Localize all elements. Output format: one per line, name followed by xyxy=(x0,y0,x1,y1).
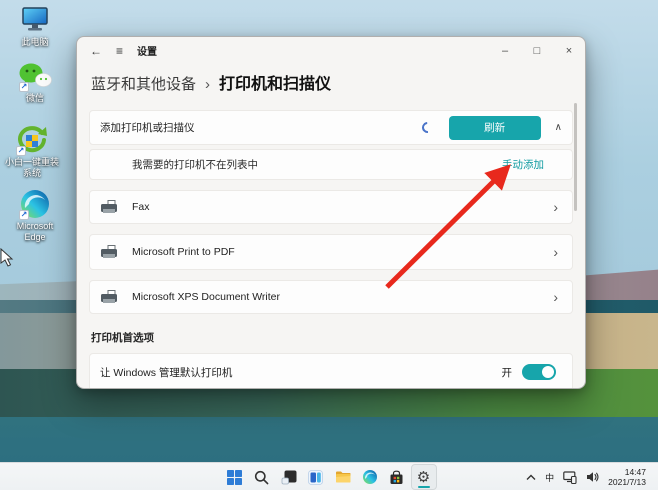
volume-icon[interactable] xyxy=(586,471,599,483)
app-title: 设置 xyxy=(137,47,158,58)
refresh-button[interactable]: 刷新 xyxy=(448,115,541,140)
printer-not-listed-label: 我需要的打印机不在列表中 xyxy=(132,159,258,171)
printer-name: Fax xyxy=(132,201,150,213)
printer-row-pdf[interactable]: Microsoft Print to PDF › xyxy=(89,234,573,270)
chevron-up-icon xyxy=(526,474,536,480)
desktop-icon-reinstall-tool[interactable]: ↗ 小白一键重装系统 xyxy=(2,124,62,179)
desktop-icon-edge[interactable]: ↗ Microsoft Edge xyxy=(5,188,65,243)
hidden-icons-button[interactable] xyxy=(526,474,536,481)
breadcrumb-separator-icon: › xyxy=(205,76,211,93)
system-tray: 中 14:47 2021/7/13 xyxy=(517,463,646,490)
printer-icon xyxy=(100,244,120,260)
network-icon[interactable] xyxy=(563,470,577,484)
file-explorer-button[interactable] xyxy=(330,464,356,490)
close-button[interactable]: × xyxy=(553,37,585,64)
settings-window: ← ≡ 设置 – □ × 蓝牙和其他设备 › 打印机和扫描仪 添加打印机或扫描仪… xyxy=(76,36,586,389)
manual-add-link[interactable]: 手动添加 xyxy=(502,157,544,172)
start-button[interactable] xyxy=(222,464,248,490)
chevron-right-icon: › xyxy=(553,289,558,305)
file-explorer-icon xyxy=(335,471,350,483)
back-icon[interactable]: ← xyxy=(90,44,102,58)
minimize-button[interactable]: – xyxy=(489,37,521,64)
active-app-indicator xyxy=(417,485,430,488)
gear-icon: ⚙ xyxy=(416,468,431,486)
settings-taskbar-button[interactable]: ⚙ xyxy=(410,464,437,490)
edge-icon: ↗ xyxy=(18,188,52,220)
printer-name: Microsoft Print to PDF xyxy=(132,246,235,258)
ime-indicator[interactable]: 中 xyxy=(545,471,554,484)
default-printer-label: 让 Windows 管理默认打印机 xyxy=(100,366,233,379)
clock[interactable]: 14:47 2021/7/13 xyxy=(608,467,646,487)
shortcut-arrow-icon: ↗ xyxy=(19,82,29,92)
printer-row-xps[interactable]: Microsoft XPS Document Writer › xyxy=(89,280,573,314)
taskbar: ⚙ 中 14:47 2021/7/13 xyxy=(0,462,658,490)
titlebar: ← ≡ 设置 – □ × xyxy=(77,37,585,64)
printer-preferences-title: 打印机首选项 xyxy=(91,332,154,344)
this-pc-icon xyxy=(18,4,52,36)
page-title: 打印机和扫描仪 xyxy=(219,76,332,93)
menu-icon[interactable]: ≡ xyxy=(116,44,123,58)
chevron-right-icon: › xyxy=(553,244,558,260)
toggle-state-label: 开 xyxy=(501,366,513,379)
desktop-icon-this-pc[interactable]: 此电脑 xyxy=(5,4,65,48)
desktop-icon-label: 小白一键重装系统 xyxy=(4,157,59,178)
default-printer-row: 让 Windows 管理默认打印机 开 xyxy=(89,353,573,388)
desktop-icon-label: Microsoft Edge xyxy=(16,221,54,242)
printer-icon xyxy=(100,289,120,305)
toggle-knob xyxy=(542,366,554,378)
task-view-button[interactable] xyxy=(276,464,302,490)
start-icon xyxy=(227,469,242,485)
breadcrumb-parent[interactable]: 蓝牙和其他设备 xyxy=(91,73,196,94)
clock-time: 14:47 xyxy=(624,467,646,477)
shortcut-arrow-icon: ↗ xyxy=(16,146,26,156)
printer-icon xyxy=(100,199,120,215)
chevron-up-icon[interactable]: ∧ xyxy=(555,122,562,133)
wechat-icon: ↗ xyxy=(18,60,52,92)
task-view-icon xyxy=(281,470,296,485)
breadcrumb: 蓝牙和其他设备 › 打印机和扫描仪 xyxy=(77,64,585,102)
widgets-button[interactable] xyxy=(303,464,329,490)
printer-name: Microsoft XPS Document Writer xyxy=(132,291,281,303)
add-printer-label: 添加打印机或扫描仪 xyxy=(100,122,195,134)
maximize-button[interactable]: □ xyxy=(521,37,553,64)
edge-taskbar-icon xyxy=(362,470,377,484)
loading-spinner-icon xyxy=(419,119,435,136)
reinstall-tool-icon: ↗ xyxy=(15,124,49,156)
search-button[interactable] xyxy=(249,464,275,490)
printer-row-fax[interactable]: Fax › xyxy=(89,190,573,224)
add-printer-row[interactable]: 添加打印机或扫描仪 刷新 ∧ xyxy=(89,110,573,145)
store-button[interactable] xyxy=(384,464,410,490)
desktop: 此电脑 ↗ 微信 ↗ 小白一键重装系统 ↗ Microsoft Edge ← ≡… xyxy=(0,0,658,490)
clock-date: 2021/7/13 xyxy=(608,477,646,487)
wallpaper-water xyxy=(0,417,658,462)
settings-content: 添加打印机或扫描仪 刷新 ∧ 我需要的打印机不在列表中 手动添加 Fax › M… xyxy=(77,102,585,388)
taskbar-center: ⚙ xyxy=(221,464,437,490)
scrollbar[interactable] xyxy=(574,103,577,211)
printer-not-listed-row: 我需要的打印机不在列表中 手动添加 xyxy=(89,149,573,180)
shortcut-arrow-icon: ↗ xyxy=(19,210,29,220)
window-controls: – □ × xyxy=(489,37,585,64)
desktop-icon-label: 此电脑 xyxy=(21,37,49,47)
search-icon xyxy=(254,470,269,484)
toggle-switch[interactable] xyxy=(522,364,556,380)
desktop-icon-label: 微信 xyxy=(25,93,44,103)
mouse-cursor xyxy=(0,248,14,267)
store-icon xyxy=(390,470,403,484)
widgets-icon xyxy=(308,469,323,485)
edge-taskbar-button[interactable] xyxy=(357,464,383,490)
chevron-right-icon: › xyxy=(553,199,558,215)
desktop-icon-wechat[interactable]: ↗ 微信 xyxy=(5,60,65,104)
